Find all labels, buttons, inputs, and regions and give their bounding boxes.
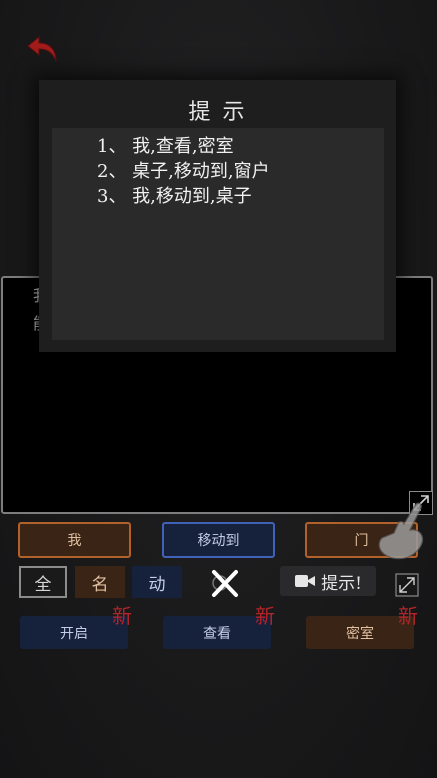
word-button-move-to[interactable]: 移动到 [162,522,275,558]
hint-button-label: 提示! [321,573,362,594]
hint-line: 1、 我,查看,密室 [97,136,234,157]
close-x-icon[interactable] [208,567,242,599]
word-button-wo[interactable]: 我 [18,522,131,558]
filter-tab-noun[interactable]: 名 [75,566,125,598]
new-badge: 新 [398,604,418,628]
new-badge: 新 [112,604,132,628]
back-arrow-icon[interactable] [26,34,60,64]
pointing-hand-icon [378,502,424,560]
expand-icon[interactable] [395,573,419,597]
new-badge: 新 [255,604,275,628]
filter-tab-verb[interactable]: 动 [132,566,182,598]
filter-tab-all[interactable]: 全 [19,566,67,598]
hint-modal-content: 1、 我,查看,密室 2、 桌子,移动到,窗户 3、 我,移动到,桌子 [52,128,384,340]
hint-button[interactable]: 提示! [280,566,376,596]
hint-modal: 提示 1、 我,查看,密室 2、 桌子,移动到,窗户 3、 我,移动到,桌子 [39,80,396,352]
hint-line: 3、 我,移动到,桌子 [97,186,252,207]
hint-line: 2、 桌子,移动到,窗户 [97,161,270,182]
game-screen: 我 能 提示 1、 我,查看,密室 2、 桌子,移动到,窗户 3、 我,移动到,… [0,0,437,778]
video-camera-icon [295,575,316,587]
hint-modal-title: 提示 [188,100,257,125]
